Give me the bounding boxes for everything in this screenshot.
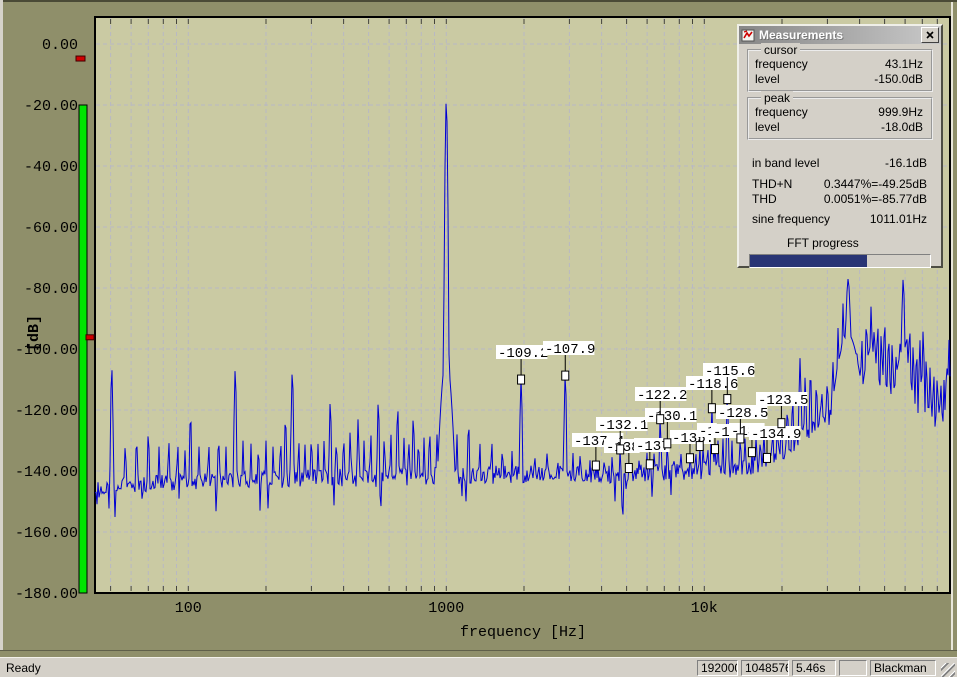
peak-marker: [736, 433, 745, 444]
peak-marker: [695, 441, 704, 452]
peak-label-text: -132.1: [598, 418, 648, 434]
peak-level-value: -18.0dB: [880, 120, 923, 134]
y-tick-label: -20.00: [24, 98, 78, 115]
thd-label: THD: [752, 192, 777, 206]
peak-marker: [624, 463, 633, 474]
cursor-frequency-row: frequency 43.1Hz: [753, 57, 927, 72]
in-band-level-row: in band level -16.1dB: [739, 156, 941, 171]
status-ready-text: Ready: [6, 661, 41, 675]
peak-marker: [777, 418, 786, 429]
window-right-highlight: [951, 2, 953, 650]
fft-progress-label: FFT progress: [787, 236, 859, 250]
analyzer-main-window: 0.00 -20.00 -40.00 -60.00 -80.00 -100.00 -120.…: [0, 0, 957, 677]
peak-marker: [616, 444, 625, 455]
peak-marker: [591, 460, 600, 471]
cursor-level-row: level -150.0dB: [753, 72, 927, 87]
cursor-group: cursor frequency 43.1Hz level -150.0dB: [747, 43, 933, 92]
level-meter-bar: [78, 104, 88, 594]
peak-group-legend: peak: [761, 91, 794, 105]
status-window-panel: Blackman: [870, 660, 936, 676]
cursor-group-legend: cursor: [761, 43, 801, 57]
peak-level-row: level -18.0dB: [753, 120, 927, 135]
resize-grip[interactable]: [941, 662, 955, 677]
peak-marker: [747, 447, 756, 458]
peak-level-label: level: [755, 120, 780, 134]
sine-frequency-label: sine frequency: [752, 212, 831, 226]
close-icon: [926, 31, 934, 39]
cursor-frequency-label: frequency: [755, 57, 808, 71]
in-band-level-label: in band level: [752, 156, 820, 170]
peak-marker: [707, 403, 716, 414]
status-empty-panel: [839, 660, 867, 676]
window-left-edge: [0, 0, 3, 677]
peak-label-text: -130.1: [647, 409, 697, 425]
cursor-frequency-value: 43.1Hz: [884, 57, 923, 71]
y-tick-label: -100.00: [15, 342, 78, 359]
y-tick-label: -160.00: [15, 525, 78, 542]
measurements-titlebar[interactable]: Measurements: [739, 26, 941, 44]
peak-label-text: -107.9: [545, 342, 595, 358]
peak-marker: [645, 459, 654, 470]
y-tick-label: 0.00: [42, 37, 78, 54]
peak-frequency-row: frequency 999.9Hz: [753, 105, 927, 120]
y-tick-label: -40.00: [24, 159, 78, 176]
y-tick-label: -80.00: [24, 281, 78, 298]
peak-hold-mark-mid: [85, 334, 95, 341]
thdn-value: 0.3447%=-49.25dB: [823, 177, 927, 191]
level-meter: [75, 55, 95, 594]
peak-marker: [685, 453, 694, 464]
peak-label-text: -109.2: [498, 346, 548, 362]
peak-group: peak frequency 999.9Hz level -18.0dB: [747, 91, 933, 140]
peak-hold-mark-top: [75, 55, 86, 62]
peak-frequency-label: frequency: [755, 105, 808, 119]
status-samplerate-panel: 192000: [697, 660, 738, 676]
peak-marker: [656, 414, 665, 425]
x-tick-label: 100: [175, 600, 202, 617]
sine-frequency-value: 1011.01Hz: [869, 212, 927, 226]
thdn-row: THD+N 0.3447%=-49.25dB: [739, 177, 941, 192]
peak-marker: [561, 370, 570, 381]
fft-progress-bar: [749, 254, 931, 268]
thd-row: THD 0.0051%=-85.77dB: [739, 192, 941, 207]
cursor-level-label: level: [755, 72, 780, 86]
y-tick-label: -60.00: [24, 220, 78, 237]
measurements-title: Measurements: [759, 28, 844, 42]
y-tick-label: -120.00: [15, 403, 78, 420]
cursor-level-value: -150.0dB: [874, 72, 923, 86]
peak-frequency-value: 999.9Hz: [878, 105, 923, 119]
y-tick-label: -140.00: [15, 464, 78, 481]
fft-progress-fill: [750, 255, 867, 267]
thd-value: 0.0051%=-85.77dB: [823, 192, 927, 206]
status-bar: Ready 192000 1048576 5.46s Blackman: [0, 657, 957, 677]
status-fftsize-panel: 1048576: [741, 660, 789, 676]
measurements-icon: [741, 29, 755, 42]
close-button[interactable]: [921, 27, 939, 43]
peak-label-text: -123.5: [758, 393, 808, 409]
peak-marker: [723, 394, 732, 405]
peak-label-text: -134.9: [751, 427, 801, 443]
in-band-level-value: -16.1dB: [884, 156, 927, 170]
peak-marker: [663, 438, 672, 449]
thdn-label: THD+N: [752, 177, 793, 191]
y-axis-title: [dB]: [26, 315, 43, 351]
status-duration-panel: 5.46s: [792, 660, 836, 676]
x-axis-title: frequency [Hz]: [460, 624, 586, 641]
peak-label-text: -115.6: [705, 364, 755, 380]
y-tick-label: -180.00: [15, 586, 78, 603]
peak-marker: [517, 374, 526, 385]
peak-marker: [710, 444, 719, 455]
x-tick-label: 1000: [428, 600, 464, 617]
x-tick-label: 10k: [691, 600, 718, 617]
sine-frequency-row: sine frequency 1011.01Hz: [739, 212, 941, 227]
peak-marker: [763, 452, 772, 463]
measurements-window: Measurements cursor frequency 43.1Hz lev…: [737, 24, 943, 268]
peak-label-text: -122.2: [637, 388, 687, 404]
